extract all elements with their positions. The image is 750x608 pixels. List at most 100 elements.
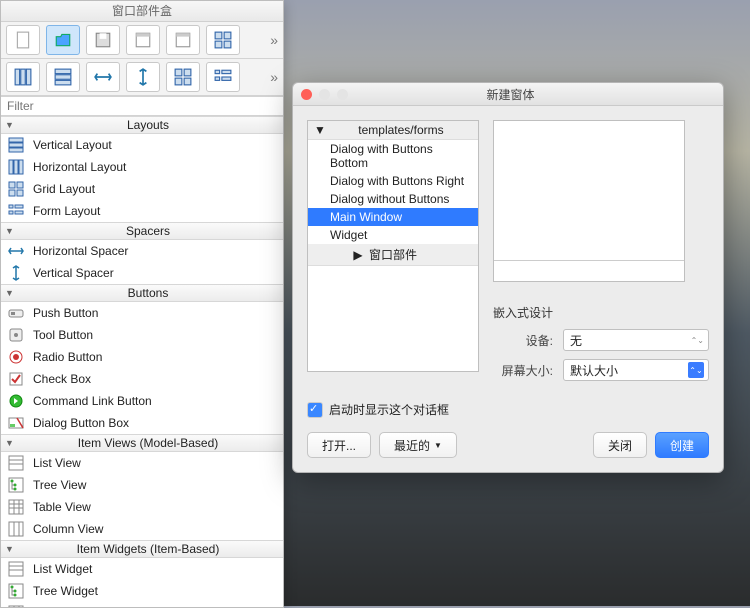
template-item[interactable]: Main Window [308, 208, 478, 226]
embedded-design-label: 嵌入式设计 [493, 304, 709, 321]
widget-item[interactable]: Column View [1, 518, 283, 540]
template-item[interactable]: Dialog without Buttons [308, 190, 478, 208]
layout-form-button[interactable] [206, 62, 240, 92]
widget-box-title: 窗口部件盒 [1, 1, 283, 22]
btn-check-icon [7, 370, 25, 388]
tree-header-templates[interactable]: ▼templates/forms [308, 121, 478, 140]
widget-item[interactable]: Command Link Button [1, 390, 283, 412]
widget-item-label: Table View [33, 500, 91, 514]
layout-h-button[interactable] [6, 62, 40, 92]
view-column-icon [7, 520, 25, 538]
widget-item[interactable]: Horizontal Spacer [1, 240, 283, 262]
preview-pane [493, 120, 685, 282]
widget-item[interactable]: Check Box [1, 368, 283, 390]
open-file-button[interactable] [46, 25, 80, 55]
filter-input[interactable] [1, 96, 283, 116]
widget-item-label: Tree Widget [33, 584, 98, 598]
widget-list[interactable]: ▼LayoutsVertical LayoutHorizontal Layout… [1, 116, 283, 607]
new-form-dialog: 新建窗体 ▼templates/forms Dialog with Button… [292, 82, 724, 473]
show-on-startup-label: 启动时显示这个对话框 [329, 401, 449, 418]
btn-tool-icon [7, 326, 25, 344]
expand-icon: ▼ [5, 544, 17, 554]
widget-item-label: Dialog Button Box [33, 416, 129, 430]
category-header[interactable]: ▼Item Views (Model-Based) [1, 434, 283, 452]
widget-item[interactable]: Form Layout [1, 200, 283, 222]
template-item[interactable]: Widget [308, 226, 478, 244]
widget-item[interactable]: Table View [1, 496, 283, 518]
category-label: Spacers [17, 224, 279, 238]
template-item[interactable]: Dialog with Buttons Bottom [308, 140, 478, 172]
toolbar-row-1: » [1, 22, 283, 59]
close-button[interactable]: 关闭 [593, 432, 647, 458]
widget-item-label: List Widget [33, 562, 92, 576]
widget-item-label: List View [33, 456, 81, 470]
widget-item[interactable]: List Widget [1, 558, 283, 580]
category-label: Buttons [17, 286, 279, 300]
layout-vsplit-button[interactable] [126, 62, 160, 92]
category-header[interactable]: ▼Spacers [1, 222, 283, 240]
layout-v-icon [7, 136, 25, 154]
widget-item-label: Column View [33, 522, 103, 536]
layout-grid-button[interactable] [166, 62, 200, 92]
widget-item-label: Form Layout [33, 204, 100, 218]
category-label: Item Views (Model-Based) [17, 436, 279, 450]
widget-item[interactable]: Horizontal Layout [1, 156, 283, 178]
widget-item[interactable]: Tree Widget [1, 580, 283, 602]
btn-dialogbox-icon [7, 414, 25, 432]
screen-size-select[interactable]: 默认大小⌃⌄ [563, 359, 709, 381]
close-window-icon[interactable] [301, 89, 312, 100]
screen-size-label: 屏幕大小: [493, 362, 553, 379]
layout-v-button[interactable] [46, 62, 80, 92]
edit-widgets-button[interactable] [206, 25, 240, 55]
expand-icon: ▼ [5, 120, 17, 130]
widget-item[interactable]: Tree View [1, 474, 283, 496]
chevron-updown-icon: ⌃⌄ [688, 362, 704, 378]
create-button[interactable]: 创建 [655, 432, 709, 458]
save-file-button[interactable] [86, 25, 120, 55]
widget-item-label: Vertical Spacer [33, 266, 114, 280]
window-button-1[interactable] [126, 25, 160, 55]
show-on-startup-checkbox[interactable] [307, 402, 323, 418]
layout-h-icon [7, 158, 25, 176]
recent-button[interactable]: 最近的▼ [379, 432, 457, 458]
new-file-button[interactable] [6, 25, 40, 55]
widget-item[interactable]: List View [1, 452, 283, 474]
collapse-icon: ▶ [353, 248, 362, 262]
window-button-2[interactable] [166, 25, 200, 55]
widget-item[interactable]: Grid Layout [1, 178, 283, 200]
expand-icon: ▼ [5, 288, 17, 298]
template-tree[interactable]: ▼templates/forms Dialog with Buttons Bot… [307, 120, 479, 372]
view-table-icon [7, 498, 25, 516]
view-tree-icon [7, 582, 25, 600]
traffic-lights [293, 89, 348, 100]
toolbar-overflow-2-icon[interactable]: » [270, 69, 278, 85]
spacer-h-icon [7, 242, 25, 260]
widget-item-label: Command Link Button [33, 394, 152, 408]
layout-form-icon [7, 202, 25, 220]
widget-item[interactable]: Tool Button [1, 324, 283, 346]
category-header[interactable]: ▼Item Widgets (Item-Based) [1, 540, 283, 558]
widget-item[interactable]: Vertical Layout [1, 134, 283, 156]
widget-item[interactable]: Table Widget [1, 602, 283, 607]
layout-hsplit-button[interactable] [86, 62, 120, 92]
widget-item[interactable]: Radio Button [1, 346, 283, 368]
spacer-v-icon [7, 264, 25, 282]
template-item[interactable]: Dialog with Buttons Right [308, 172, 478, 190]
widget-item[interactable]: Vertical Spacer [1, 262, 283, 284]
device-select[interactable]: 无⌃⌄ [563, 329, 709, 351]
widget-item-label: Grid Layout [33, 182, 95, 196]
toolbar-row-2: » [1, 59, 283, 96]
category-header[interactable]: ▼Layouts [1, 116, 283, 134]
toolbar-overflow-1-icon[interactable]: » [270, 32, 278, 48]
zoom-window-icon [337, 89, 348, 100]
tree-header-widgets[interactable]: ▶窗口部件 [308, 244, 478, 266]
dialog-titlebar[interactable]: 新建窗体 [293, 83, 723, 106]
widget-item-label: Horizontal Spacer [33, 244, 128, 258]
category-header[interactable]: ▼Buttons [1, 284, 283, 302]
widget-item[interactable]: Dialog Button Box [1, 412, 283, 434]
expand-icon: ▼ [5, 226, 17, 236]
widget-item[interactable]: Push Button [1, 302, 283, 324]
open-button[interactable]: 打开... [307, 432, 371, 458]
minimize-window-icon [319, 89, 330, 100]
view-tree-icon [7, 476, 25, 494]
